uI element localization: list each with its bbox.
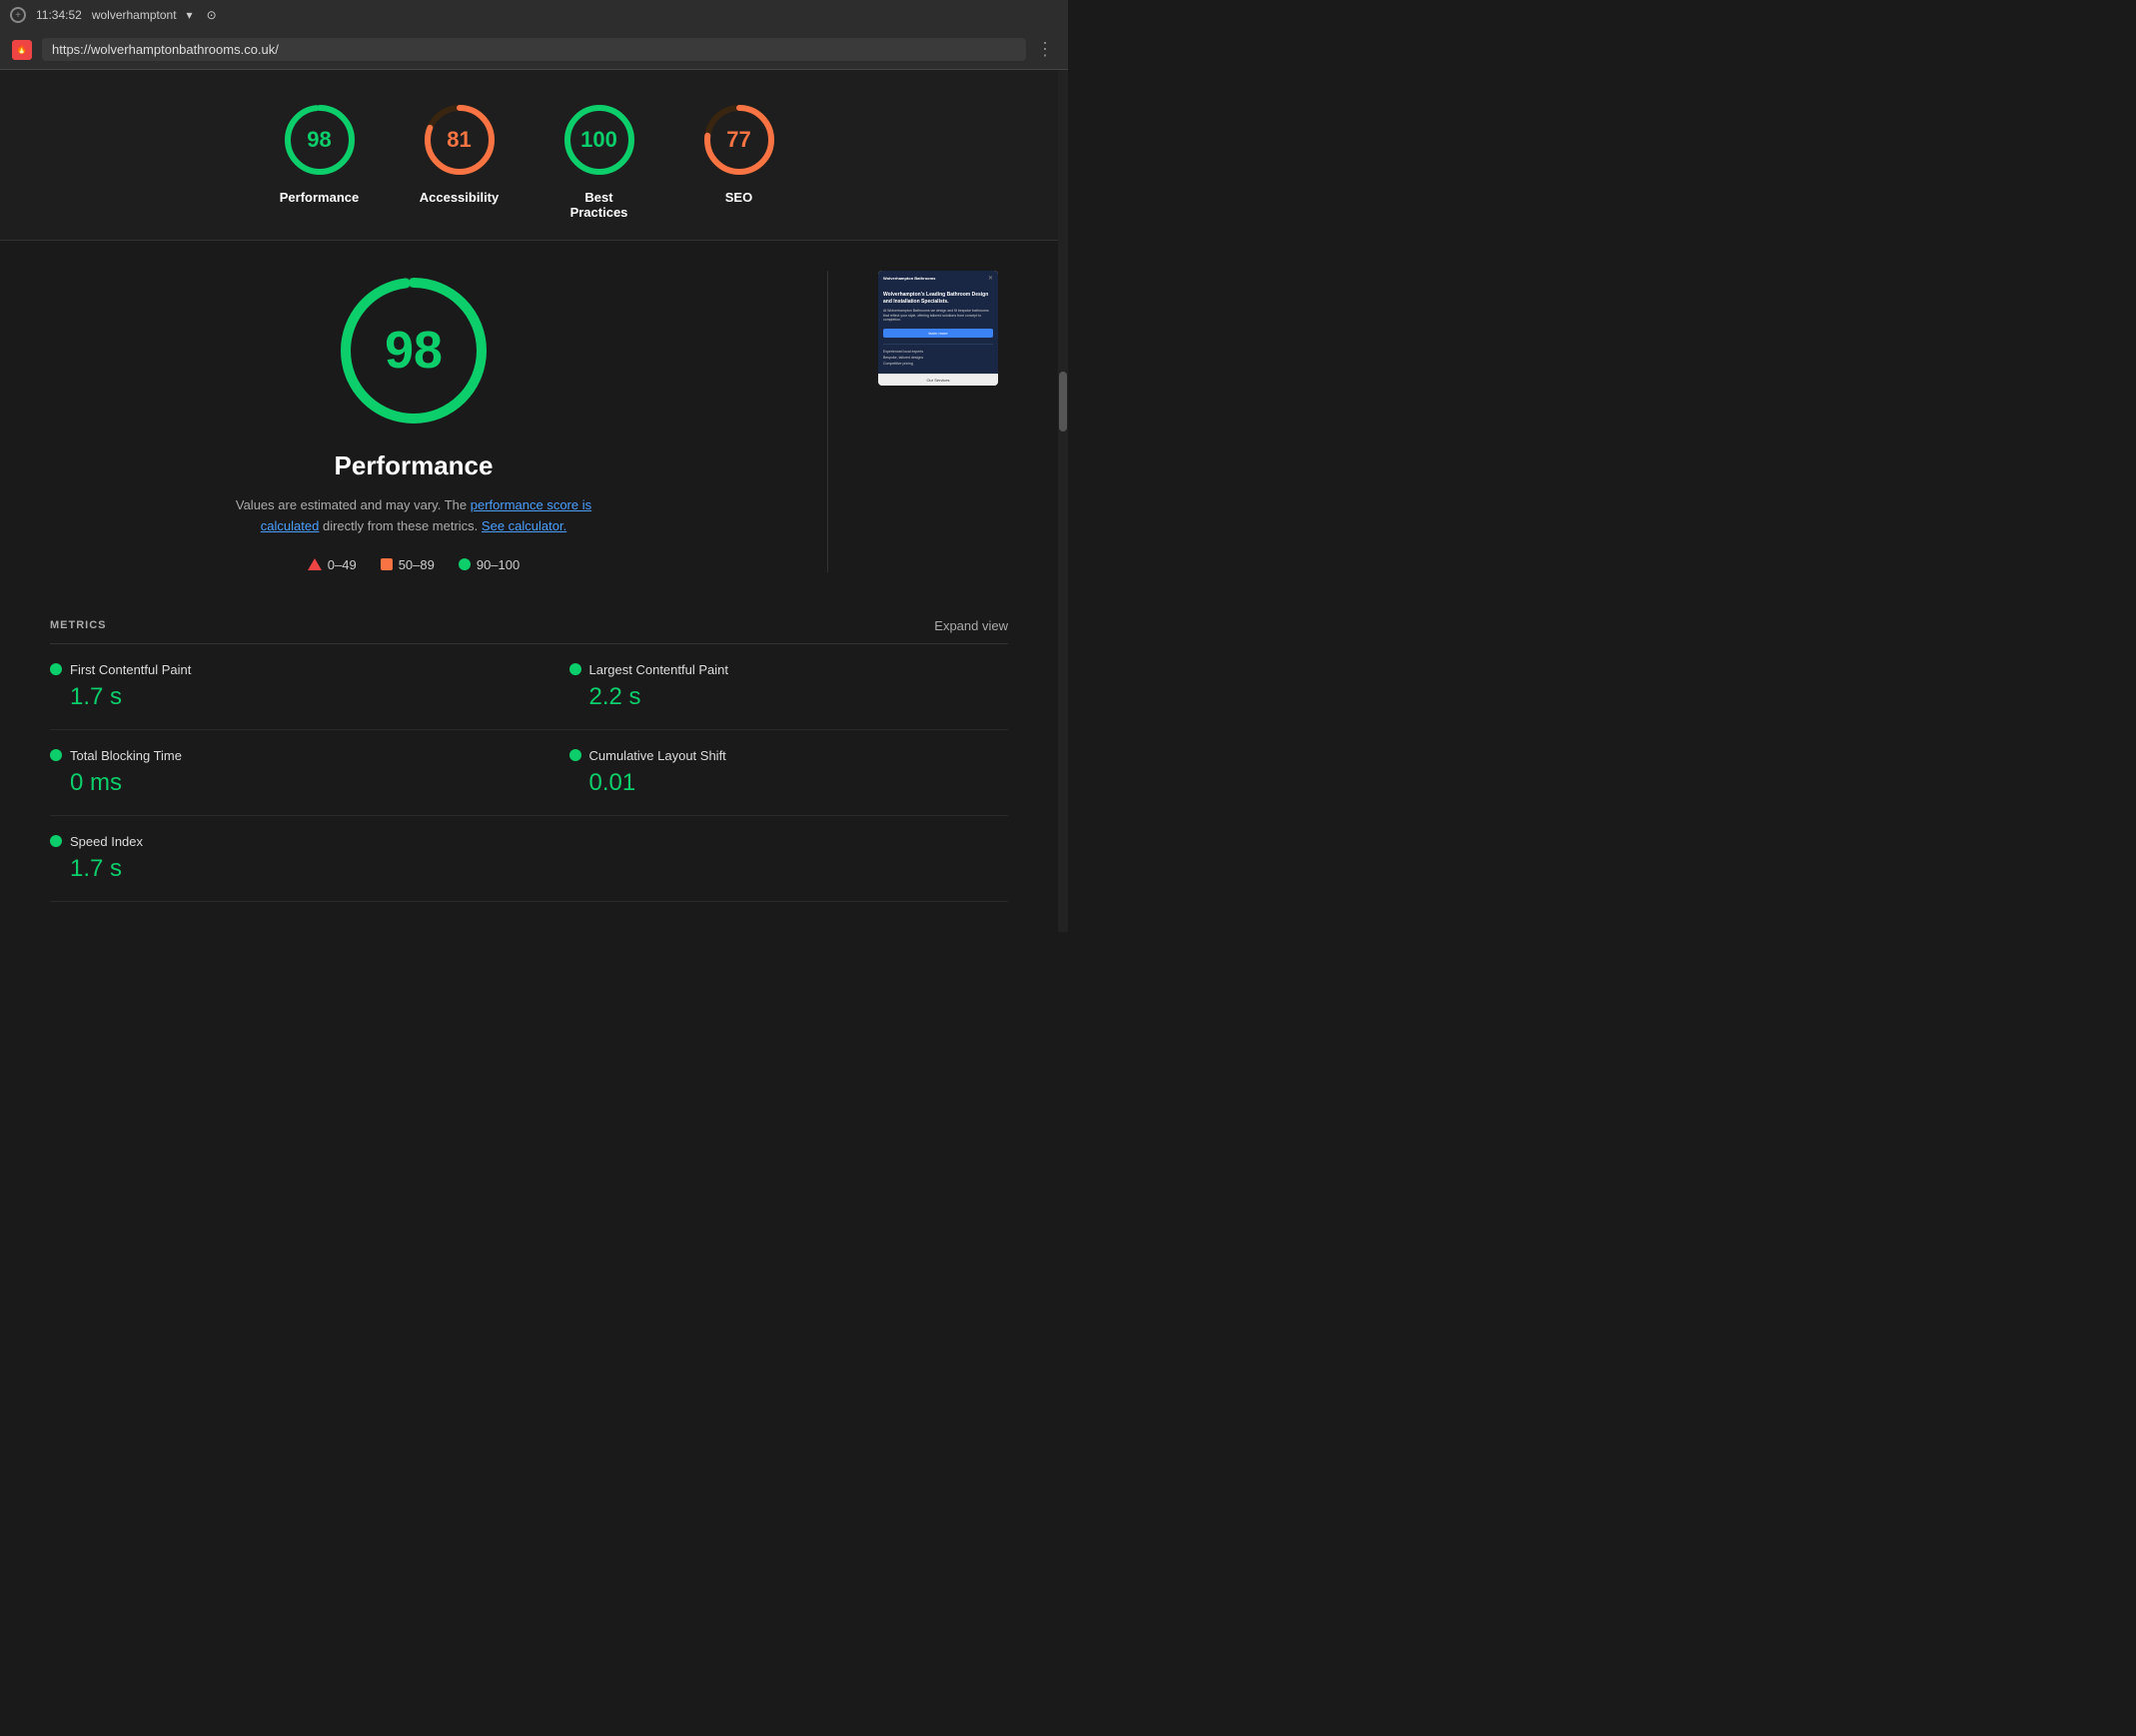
metric-si-name-row: Speed Index xyxy=(50,834,510,849)
detail-desc-between: directly from these metrics. xyxy=(323,518,478,533)
preview-body-text: At Wolverhampton Bathrooms we design and… xyxy=(883,309,993,323)
browser-menu-button[interactable]: ⋮ xyxy=(1036,39,1056,60)
expand-view-button[interactable]: Expand view xyxy=(934,618,1008,633)
metric-cls: Cumulative Layout Shift 0.01 xyxy=(530,730,1009,816)
metric-cls-dot xyxy=(569,749,581,761)
best-practices-score-number: 100 xyxy=(580,127,617,153)
metric-lcp-name: Largest Contentful Paint xyxy=(589,662,728,677)
detail-desc-text: Values are estimated and may vary. The xyxy=(236,497,467,512)
seo-label: SEO xyxy=(725,190,752,205)
vertical-divider xyxy=(827,271,828,572)
scrollbar-thumb[interactable] xyxy=(1059,372,1067,432)
metric-cls-value: 0.01 xyxy=(569,769,989,797)
detail-description: Values are estimated and may vary. The p… xyxy=(224,495,603,537)
metric-cls-name: Cumulative Layout Shift xyxy=(589,748,726,763)
legend-item-high: 90–100 xyxy=(459,557,520,572)
time-display: 11:34:52 xyxy=(36,8,82,22)
site-preview-container: Wolverhampton Bathrooms ✕ Wolverhampton'… xyxy=(878,271,1008,386)
tab-title: wolverhamptont xyxy=(92,8,177,22)
score-circle-seo: 77 xyxy=(699,100,779,180)
metric-si: Speed Index 1.7 s xyxy=(50,816,530,902)
metric-lcp: Largest Contentful Paint 2.2 s xyxy=(530,644,1009,730)
stop-icon[interactable]: ⊙ xyxy=(207,8,217,22)
preview-logo: Wolverhampton Bathrooms xyxy=(883,276,935,281)
metric-fcp-name-row: First Contentful Paint xyxy=(50,662,510,677)
main-layout: 98 Performance 81 Accessibility xyxy=(0,70,1068,932)
site-preview: Wolverhampton Bathrooms ✕ Wolverhampton'… xyxy=(878,271,998,386)
metric-fcp-name: First Contentful Paint xyxy=(70,662,191,677)
metric-fcp-dot xyxy=(50,663,62,675)
preview-body: Wolverhampton's Leading Bathroom Design … xyxy=(878,286,998,374)
metrics-section: METRICS Expand view First Contentful Pai… xyxy=(0,602,1058,932)
metric-tbt-dot xyxy=(50,749,62,761)
metric-lcp-dot xyxy=(569,663,581,675)
dropdown-arrow[interactable]: ▾ xyxy=(187,8,193,22)
legend-icon-high xyxy=(459,558,471,570)
metric-tbt-name: Total Blocking Time xyxy=(70,748,182,763)
preview-headline: Wolverhampton's Leading Bathroom Design … xyxy=(883,292,993,305)
browser-logo-symbol: 🔥 xyxy=(16,44,27,55)
score-item-accessibility: 81 Accessibility xyxy=(420,100,500,220)
metrics-title: METRICS xyxy=(50,619,107,631)
metric-tbt-value: 0 ms xyxy=(50,769,510,797)
seo-score-number: 77 xyxy=(726,127,750,153)
add-tab-button[interactable]: + xyxy=(10,7,26,23)
feature-3: Competitive pricing xyxy=(883,361,993,367)
legend-icon-medium xyxy=(381,558,393,570)
metric-fcp: First Contentful Paint 1.7 s xyxy=(50,644,530,730)
preview-footer: Our Services xyxy=(878,374,998,386)
metric-si-value: 1.7 s xyxy=(50,855,510,883)
metric-lcp-value: 2.2 s xyxy=(569,683,989,711)
big-score-circle: 98 xyxy=(334,271,494,431)
score-legend: 0–49 50–89 90–100 xyxy=(308,557,520,572)
metric-tbt: Total Blocking Time 0 ms xyxy=(50,730,530,816)
browser-logo: 🔥 xyxy=(12,40,32,60)
content-area: 98 Performance 81 Accessibility xyxy=(0,70,1058,932)
preview-close: ✕ xyxy=(988,275,993,282)
browser-bar: 🔥 https://wolverhamptonbathrooms.co.uk/ … xyxy=(0,30,1068,70)
metrics-grid: First Contentful Paint 1.7 s Largest Con… xyxy=(50,644,1008,902)
scrollbar[interactable] xyxy=(1058,70,1068,932)
score-circle-best-practices: 100 xyxy=(559,100,639,180)
legend-label-medium: 50–89 xyxy=(399,557,435,572)
score-item-seo: 77 SEO xyxy=(699,100,779,220)
calculator-link[interactable]: See calculator. xyxy=(482,518,566,533)
metric-si-dot xyxy=(50,835,62,847)
detail-left: 98 Performance Values are estimated and … xyxy=(50,271,777,572)
legend-item-medium: 50–89 xyxy=(381,557,435,572)
metric-si-name: Speed Index xyxy=(70,834,143,849)
performance-label: Performance xyxy=(280,190,359,205)
preview-features: Experienced local experts Bespoke, tailo… xyxy=(883,344,993,368)
metric-lcp-name-row: Largest Contentful Paint xyxy=(569,662,989,677)
detail-section: 98 Performance Values are estimated and … xyxy=(0,241,1058,602)
score-section: 98 Performance 81 Accessibility xyxy=(0,70,1058,240)
legend-icon-low xyxy=(308,558,322,570)
best-practices-label: BestPractices xyxy=(570,190,628,220)
metric-fcp-value: 1.7 s xyxy=(50,683,510,711)
title-bar: + 11:34:52 wolverhamptont ▾ ⊙ xyxy=(0,0,1068,30)
score-item-performance: 98 Performance xyxy=(280,100,360,220)
preview-header: Wolverhampton Bathrooms ✕ xyxy=(878,271,998,286)
legend-label-high: 90–100 xyxy=(477,557,520,572)
metric-cls-name-row: Cumulative Layout Shift xyxy=(569,748,989,763)
big-score-number: 98 xyxy=(385,321,443,381)
metrics-header: METRICS Expand view xyxy=(50,602,1008,644)
legend-item-low: 0–49 xyxy=(308,557,357,572)
preview-button: learn more xyxy=(883,329,993,338)
accessibility-label: Accessibility xyxy=(420,190,500,205)
url-bar[interactable]: https://wolverhamptonbathrooms.co.uk/ xyxy=(42,38,1026,61)
score-item-best-practices: 100 BestPractices xyxy=(559,100,639,220)
score-circle-accessibility: 81 xyxy=(420,100,500,180)
metric-empty xyxy=(530,816,1009,902)
metric-tbt-name-row: Total Blocking Time xyxy=(50,748,510,763)
legend-label-low: 0–49 xyxy=(328,557,357,572)
detail-title: Performance xyxy=(335,450,494,481)
accessibility-score-number: 81 xyxy=(447,127,471,153)
performance-score-number: 98 xyxy=(307,127,331,153)
score-circle-performance: 98 xyxy=(280,100,360,180)
